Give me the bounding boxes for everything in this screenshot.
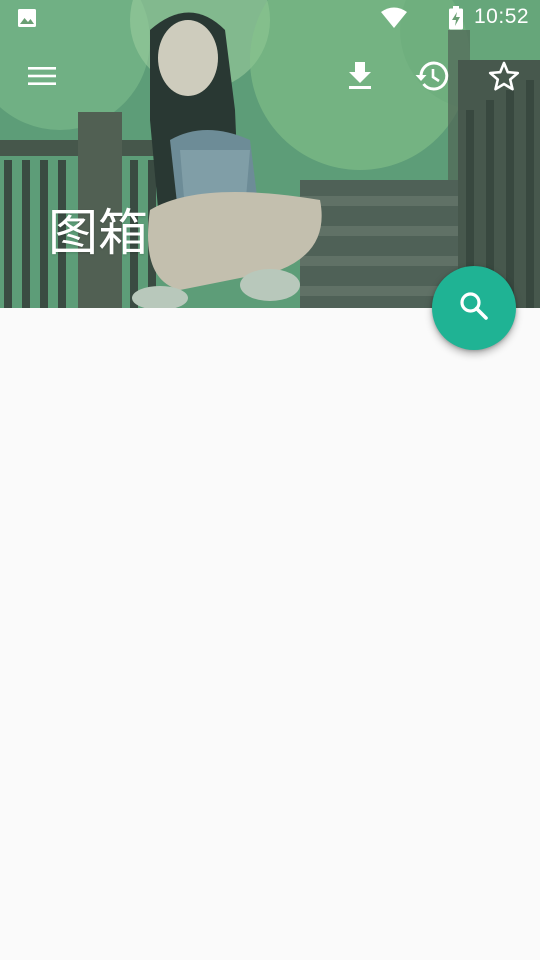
history-icon (415, 60, 449, 96)
menu-button[interactable] (18, 54, 66, 102)
status-time: 10:52 (474, 5, 530, 28)
download-icon (347, 61, 373, 95)
app-screen: 10:52 图箱 (0, 0, 540, 960)
menu-icon (27, 65, 57, 91)
favorites-button[interactable] (480, 54, 528, 102)
download-button[interactable] (336, 54, 384, 102)
search-fab[interactable] (432, 266, 516, 350)
content-area (0, 308, 540, 960)
gallery-icon (17, 8, 37, 32)
history-button[interactable] (408, 54, 456, 102)
app-title: 图箱 (48, 204, 148, 262)
status-bar: 10:52 (0, 0, 540, 36)
search-icon (458, 290, 490, 326)
wifi-icon (380, 7, 408, 33)
star-icon (488, 61, 520, 95)
battery-charging-icon (448, 6, 464, 34)
